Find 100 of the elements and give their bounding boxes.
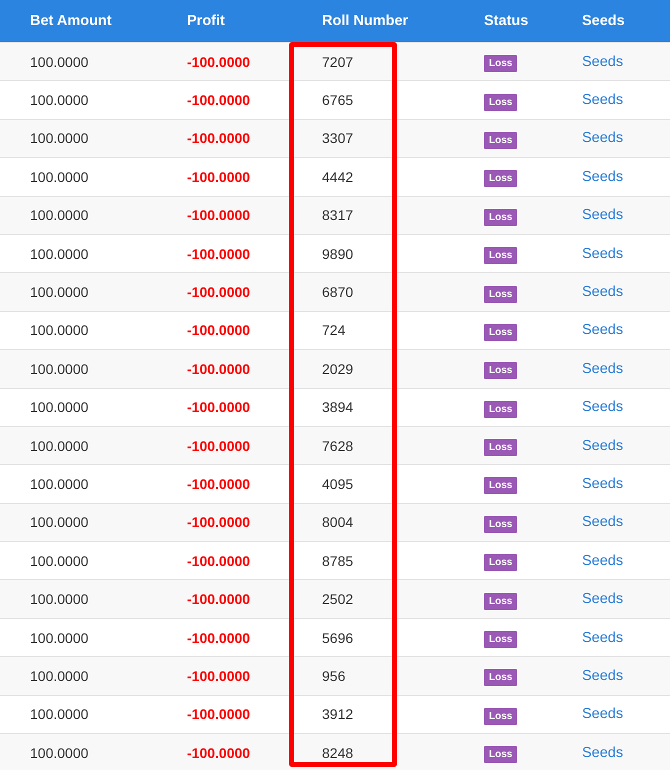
status-badge: Loss	[484, 516, 518, 533]
roll-number: 8248	[322, 744, 354, 761]
bet-amount: 100.0000	[30, 168, 88, 185]
status-badge: Loss	[484, 554, 518, 572]
status-badge: Loss	[484, 286, 518, 303]
status-badge: Loss	[484, 324, 518, 341]
status-badge: Loss	[484, 708, 518, 725]
roll-number: 8317	[322, 207, 354, 224]
seeds-link[interactable]: Seeds	[582, 668, 624, 684]
bet-amount: 100.0000	[30, 92, 88, 108]
roll-number: 2029	[322, 360, 354, 377]
roll-number: 7628	[322, 438, 354, 454]
status-badge: Loss	[484, 132, 518, 149]
bet-amount: 100.0000	[30, 284, 88, 300]
profit-value: -100.0000	[187, 246, 250, 262]
status-badge: Loss	[484, 477, 518, 494]
status-badge: Loss	[484, 592, 518, 610]
seeds-link[interactable]: Seeds	[582, 552, 624, 569]
profit-value: -100.0000	[187, 284, 250, 300]
profit-value: -100.0000	[187, 54, 250, 70]
column-header: Roll Number	[322, 13, 408, 29]
status-badge: Loss	[484, 746, 518, 764]
profit-value: -100.0000	[187, 207, 250, 224]
profit-value: -100.0000	[187, 591, 250, 608]
profit-value: -100.0000	[187, 514, 250, 530]
bet-amount: 100.0000	[30, 630, 88, 646]
bet-amount: 100.0000	[30, 322, 88, 338]
profit-value: -100.0000	[187, 744, 250, 761]
status-badge: Loss	[484, 439, 518, 456]
profit-value: -100.0000	[187, 706, 250, 722]
bet-amount: 100.0000	[30, 514, 88, 530]
status-badge: Loss	[484, 55, 518, 72]
seeds-link[interactable]: Seeds	[582, 438, 624, 454]
roll-number: 9890	[322, 246, 354, 262]
status-badge: Loss	[484, 94, 518, 111]
seeds-link[interactable]: Seeds	[582, 744, 624, 761]
seeds-link[interactable]: Seeds	[582, 207, 624, 224]
seeds-link[interactable]: Seeds	[582, 706, 624, 722]
seeds-link[interactable]: Seeds	[582, 130, 624, 146]
roll-number: 4442	[322, 168, 354, 185]
bet-amount: 100.0000	[30, 438, 88, 454]
seeds-link[interactable]: Seeds	[582, 399, 624, 416]
profit-value: -100.0000	[187, 668, 250, 684]
column-header: Bet Amount	[30, 13, 112, 29]
profit-value: -100.0000	[187, 552, 250, 569]
roll-number: 7207	[322, 54, 354, 70]
status-badge: Loss	[484, 208, 518, 226]
column-header: Status	[484, 13, 528, 29]
seeds-link[interactable]: Seeds	[582, 360, 624, 377]
roll-number: 6870	[322, 284, 354, 300]
bet-amount: 100.0000	[30, 744, 88, 761]
roll-number: 956	[322, 668, 346, 684]
profit-value: -100.0000	[187, 130, 250, 146]
bet-amount: 100.0000	[30, 476, 88, 492]
column-header: Profit	[187, 13, 225, 29]
status-badge: Loss	[484, 247, 518, 264]
roll-number: 3894	[322, 399, 354, 416]
profit-value: -100.0000	[187, 438, 250, 454]
roll-number: 3307	[322, 130, 354, 146]
roll-number: 8004	[322, 514, 354, 530]
status-badge: Loss	[484, 400, 518, 418]
profit-value: -100.0000	[187, 322, 250, 338]
seeds-link[interactable]: Seeds	[582, 92, 624, 108]
roll-number: 2502	[322, 591, 354, 608]
roll-number: 6765	[322, 92, 354, 108]
seeds-link[interactable]: Seeds	[582, 246, 624, 262]
seeds-link[interactable]: Seeds	[582, 284, 624, 300]
roll-number: 3912	[322, 706, 354, 722]
status-badge: Loss	[484, 362, 518, 380]
seeds-link[interactable]: Seeds	[582, 168, 624, 185]
seeds-link[interactable]: Seeds	[582, 630, 624, 646]
bet-amount: 100.0000	[30, 246, 88, 262]
seeds-link[interactable]: Seeds	[582, 591, 624, 608]
status-badge: Loss	[484, 669, 518, 686]
bet-amount: 100.0000	[30, 360, 88, 377]
profit-value: -100.0000	[187, 476, 250, 492]
seeds-link[interactable]: Seeds	[582, 514, 624, 530]
roll-number: 724	[322, 322, 346, 338]
seeds-link[interactable]: Seeds	[582, 54, 624, 70]
roll-number: 4095	[322, 476, 354, 492]
bet-amount: 100.0000	[30, 130, 88, 146]
bet-amount: 100.0000	[30, 54, 88, 70]
bet-amount: 100.0000	[30, 706, 88, 722]
bet-amount: 100.0000	[30, 399, 88, 416]
bet-amount: 100.0000	[30, 591, 88, 608]
bet-amount: 100.0000	[30, 552, 88, 569]
profit-value: -100.0000	[187, 630, 250, 646]
seeds-link[interactable]: Seeds	[582, 476, 624, 492]
profit-value: -100.0000	[187, 168, 250, 185]
column-header: Seeds	[582, 13, 625, 29]
roll-number: 5696	[322, 630, 354, 646]
bet-amount: 100.0000	[30, 668, 88, 684]
status-badge: Loss	[484, 170, 518, 188]
profit-value: -100.0000	[187, 399, 250, 416]
profit-value: -100.0000	[187, 92, 250, 108]
bet-amount: 100.0000	[30, 207, 88, 224]
status-badge: Loss	[484, 631, 518, 648]
seeds-link[interactable]: Seeds	[582, 322, 624, 338]
roll-number: 8785	[322, 552, 354, 569]
profit-value: -100.0000	[187, 360, 250, 377]
